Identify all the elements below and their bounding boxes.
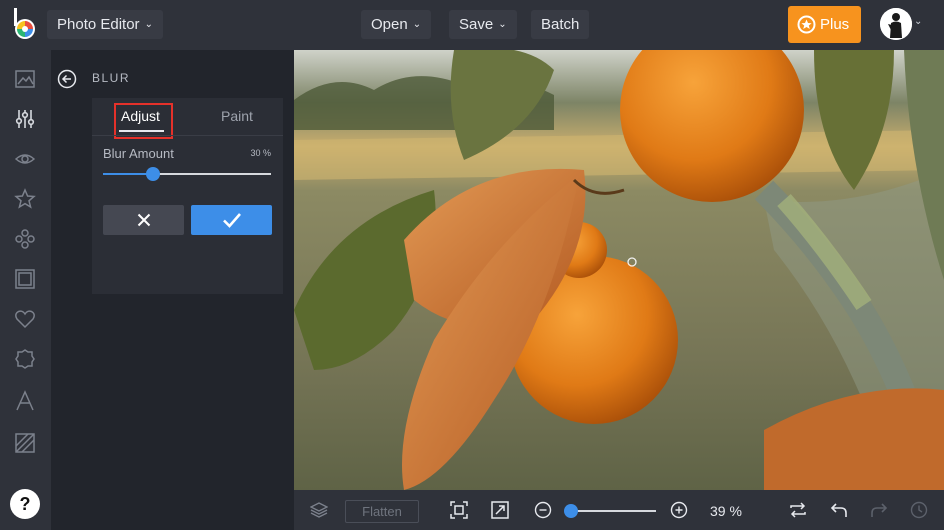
- zoom-level: 39 %: [710, 503, 742, 519]
- app-menu-button[interactable]: Photo Editor ⌄: [47, 10, 163, 39]
- befunky-logo[interactable]: [10, 7, 40, 41]
- plus-label: Plus: [820, 16, 850, 33]
- chevron-down-icon[interactable]: ⌄: [914, 16, 922, 27]
- open-button[interactable]: Open ⌄: [361, 10, 432, 39]
- flatten-button[interactable]: Flatten: [345, 500, 419, 523]
- history-icon[interactable]: [910, 501, 928, 519]
- star-icon[interactable]: [14, 188, 36, 210]
- chevron-down-icon: ⌄: [412, 19, 422, 30]
- flower-icon[interactable]: [14, 228, 36, 250]
- blur-amount-value: 30 %: [250, 148, 271, 158]
- blur-amount-label: Blur Amount: [103, 146, 174, 161]
- help-button[interactable]: ?: [10, 489, 40, 519]
- zoom-slider-handle[interactable]: [563, 504, 578, 518]
- compare-icon[interactable]: [789, 501, 807, 519]
- redo-icon[interactable]: [870, 501, 888, 519]
- top-bar: Photo Editor ⌄ Open ⌄ Save ⌄ Batch Plus ⌄: [0, 0, 944, 50]
- expand-icon[interactable]: [491, 501, 509, 519]
- heart-icon[interactable]: [14, 308, 36, 330]
- avatar[interactable]: [880, 8, 912, 40]
- photo-image: [294, 50, 944, 490]
- chevron-down-icon: ⌄: [144, 19, 153, 30]
- blur-settings-card: Adjust Paint Blur Amount 30 %: [92, 98, 283, 294]
- tab-divider: [92, 135, 283, 136]
- blur-panel: BLUR Adjust Paint Blur Amount 30 %: [51, 50, 294, 530]
- fit-screen-icon[interactable]: [450, 501, 468, 519]
- star-badge-icon: [797, 15, 816, 34]
- blur-slider-handle[interactable]: [146, 167, 161, 181]
- frame-icon[interactable]: [14, 268, 36, 290]
- tab-paint[interactable]: Paint: [221, 108, 253, 124]
- open-label: Open: [371, 16, 408, 33]
- badge-icon[interactable]: [14, 348, 36, 370]
- text-icon[interactable]: [14, 390, 36, 412]
- flatten-label: Flatten: [362, 504, 402, 519]
- photo-canvas[interactable]: [294, 50, 944, 490]
- layers-icon[interactable]: [310, 501, 328, 519]
- help-label: ?: [19, 494, 31, 514]
- panel-title: BLUR: [92, 71, 131, 85]
- apply-button[interactable]: [191, 205, 272, 235]
- tool-rail: [0, 50, 51, 530]
- batch-label: Batch: [541, 16, 580, 33]
- texture-icon[interactable]: [14, 432, 36, 454]
- checkmark-icon: [222, 213, 241, 228]
- plus-button[interactable]: Plus: [788, 6, 861, 43]
- back-arrow-icon[interactable]: [57, 69, 77, 89]
- zoom-out-icon[interactable]: [534, 501, 552, 519]
- chevron-down-icon: ⌄: [498, 19, 507, 30]
- cancel-button[interactable]: [103, 205, 184, 235]
- blur-amount-slider[interactable]: [103, 173, 271, 175]
- save-label: Save: [459, 16, 494, 33]
- adjust-tab-highlight: [114, 103, 173, 139]
- eye-icon[interactable]: [14, 148, 36, 170]
- app-menu-label: Photo Editor: [57, 16, 140, 33]
- batch-button[interactable]: Batch: [531, 10, 590, 39]
- image-icon[interactable]: [14, 68, 36, 90]
- undo-icon[interactable]: [830, 501, 848, 519]
- zoom-in-icon[interactable]: [670, 501, 688, 519]
- save-button[interactable]: Save ⌄: [449, 10, 517, 39]
- user-silhouette-icon: [880, 8, 912, 40]
- zoom-slider[interactable]: [566, 510, 656, 512]
- bottom-toolbar: Flatten 39 %: [294, 490, 944, 530]
- close-icon: [137, 213, 150, 227]
- adjust-sliders-icon[interactable]: [14, 108, 36, 130]
